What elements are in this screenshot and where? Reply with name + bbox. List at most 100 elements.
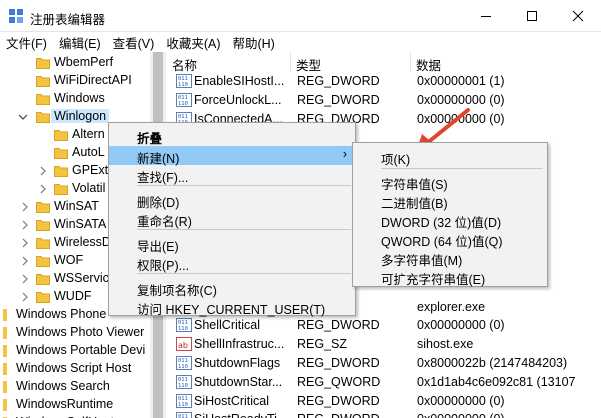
context-menu-rename-item[interactable]: 重命名(R) xyxy=(109,209,355,229)
context-menu-export-item[interactable]: 导出(E) xyxy=(109,234,355,254)
tree-item[interactable]: Windows xyxy=(0,90,165,108)
value-data: 0x00000000 (0) xyxy=(417,393,505,408)
tree-item-label: WirelessD xyxy=(54,235,111,249)
tree-item[interactable]: Windows Portable Devi xyxy=(0,342,165,360)
submenu-binary-value-item[interactable]: 二进制值(B) xyxy=(353,191,547,211)
tree-item-label: WindowsRuntime xyxy=(16,397,114,411)
value-type: REG_DWORD xyxy=(297,318,380,333)
chevron-right-icon[interactable] xyxy=(20,291,30,303)
menu-separator xyxy=(381,168,543,169)
tree-item[interactable]: Windows Photo Viewer xyxy=(0,324,165,342)
tree-item-label: WinSATA xyxy=(54,217,107,231)
tree-item[interactable]: WiFiDirectAPI xyxy=(0,72,165,90)
submenu-arrow-icon: › xyxy=(342,147,347,161)
value-row[interactable]: 011 110 ShutdownStar... REG_QWORD 0x1d1ab4c6… xyxy=(167,373,601,392)
folder-icon xyxy=(54,148,68,159)
value-type: REG_DWORD xyxy=(297,74,380,88)
folder-icon xyxy=(54,130,68,141)
tree-item[interactable]: WindowsSelfHost xyxy=(0,414,165,418)
submenu-expandable-string-value-item[interactable]: 可扩充字符串值(E) xyxy=(353,267,547,287)
tree-item-label: Windows Search xyxy=(16,379,110,393)
binary-value-icon: 011110 xyxy=(176,374,192,389)
tree-item[interactable]: Windows Search xyxy=(0,378,165,396)
context-menu-new-item[interactable]: 新建(N) › xyxy=(109,146,355,166)
submenu-string-value-item[interactable]: 字符串值(S) xyxy=(353,172,547,192)
column-header-data[interactable]: 数据 xyxy=(411,52,601,73)
context-menu-delete-item[interactable]: 删除(D) xyxy=(109,190,355,210)
submenu-qword-value-item[interactable]: QWORD (64 位)值(Q) xyxy=(353,229,547,249)
minimize-icon xyxy=(481,16,491,17)
folder-icon xyxy=(54,166,68,177)
value-type: REG_DWORD xyxy=(297,393,380,408)
chevron-right-icon[interactable] xyxy=(20,237,30,249)
title-bar: 注册表编辑器 xyxy=(0,0,601,32)
context-menu-copy-key-name-item[interactable]: 复制项名称(C) xyxy=(109,278,355,298)
menu-view[interactable]: 查看(V) xyxy=(113,33,155,52)
column-header-type[interactable]: 类型 xyxy=(291,52,411,73)
value-data: 0x00000000 (0) xyxy=(417,92,505,107)
binary-value-icon: 011110 xyxy=(176,318,192,333)
close-button[interactable] xyxy=(555,0,601,32)
context-menu-goto-hkcu-item[interactable]: 访问 HKEY_CURRENT_USER(T) xyxy=(109,297,355,317)
folder-bar-icon xyxy=(3,345,7,357)
chevron-right-icon[interactable] xyxy=(38,183,48,195)
value-row[interactable]: 011 110 ForceUnlockL... REG_DWORD 0x00000000… xyxy=(167,91,601,110)
tree-item[interactable]: Windows Script Host xyxy=(0,360,165,378)
menu-item-label: 重命名(R) xyxy=(137,215,192,229)
menu-favorites[interactable]: 收藏夹(A) xyxy=(166,33,220,52)
submenu-dword-value-item[interactable]: DWORD (32 位)值(D) xyxy=(353,210,547,230)
chevron-right-icon[interactable] xyxy=(38,165,48,177)
folder-bar-icon xyxy=(3,381,7,393)
menu-help[interactable]: 帮助(H) xyxy=(232,33,274,52)
chevron-right-icon[interactable] xyxy=(20,255,30,267)
chevron-down-icon[interactable] xyxy=(18,111,28,123)
chevron-right-icon[interactable] xyxy=(20,219,30,231)
value-data: 0x00000000 (0) xyxy=(417,412,505,418)
value-row[interactable]: ab ShellInfrastruc... REG_SZ sihost.exe xyxy=(167,335,601,354)
context-menu-collapse-item[interactable]: 折叠 xyxy=(109,126,355,146)
menu-item-label: 查找(F)... xyxy=(137,171,189,185)
value-data: 0x8000022b (2147484203) xyxy=(417,356,568,370)
tree-item[interactable]: WbemPerf xyxy=(0,54,165,72)
folder-icon xyxy=(36,76,50,87)
value-data: 0x1d1ab4c6e092c81 (13107 xyxy=(417,374,576,389)
context-menu-permissions-item[interactable]: 权限(P)... xyxy=(109,253,355,273)
column-header-name[interactable]: 名称 xyxy=(167,52,291,73)
tree-item-label: Windows Script Host xyxy=(16,361,132,375)
folder-icon xyxy=(36,220,50,231)
value-type: REG_SZ xyxy=(297,337,348,352)
submenu-multi-string-value-item[interactable]: 多字符串值(M) xyxy=(353,248,547,268)
menu-file[interactable]: 文件(F) xyxy=(6,33,47,52)
value-row[interactable]: 011 110 EnableSIHostI... REG_DWORD 0x0000000… xyxy=(167,72,601,91)
value-name: ShellInfrastruc... xyxy=(194,337,285,352)
value-row[interactable]: 011110SiHostReadyTi... REG_DWORD 0x0000000… xyxy=(167,410,601,418)
maximize-icon xyxy=(527,11,537,21)
value-row[interactable]: 011 110 ShutdownFlags REG_DWORD 0x8000022b (… xyxy=(167,354,601,373)
value-row[interactable]: 011 110 SiHostCritical REG_DWORD 0x00000000 … xyxy=(167,392,601,411)
context-menu-find-item[interactable]: 查找(F)... xyxy=(109,165,355,185)
tree-item[interactable]: WindowsRuntime xyxy=(0,396,165,414)
value-row[interactable]: 011 110 ShellCritical REG_DWORD 0x00000000 (… xyxy=(167,316,601,335)
folder-icon xyxy=(54,184,68,195)
tree-item-label: WSServic xyxy=(54,271,109,285)
menu-edit[interactable]: 编辑(E) xyxy=(59,33,101,52)
value-name: SiHostCritical xyxy=(194,393,270,408)
binary-value-icon: 011110 xyxy=(176,356,192,370)
menu-item-label: 可扩充字符串值(E) xyxy=(381,273,486,287)
chevron-right-icon[interactable] xyxy=(20,201,30,213)
binary-value-icon: 011110 xyxy=(176,92,192,107)
folder-icon xyxy=(36,58,50,69)
binary-value-icon: 011110 xyxy=(176,74,192,88)
submenu-key-item[interactable]: 项(K) xyxy=(353,147,547,167)
window-title: 注册表编辑器 xyxy=(30,13,106,27)
value-name: SiHostReadyTi... xyxy=(194,412,289,418)
svg-text:110: 110 xyxy=(178,101,188,107)
maximize-button[interactable] xyxy=(509,0,555,32)
svg-text:110: 110 xyxy=(178,326,188,332)
folder-icon xyxy=(36,256,50,267)
minimize-button[interactable] xyxy=(463,0,509,32)
folder-bar-icon xyxy=(3,327,7,339)
menu-separator xyxy=(137,273,351,274)
folder-icon xyxy=(36,238,50,249)
chevron-right-icon[interactable] xyxy=(20,273,30,285)
